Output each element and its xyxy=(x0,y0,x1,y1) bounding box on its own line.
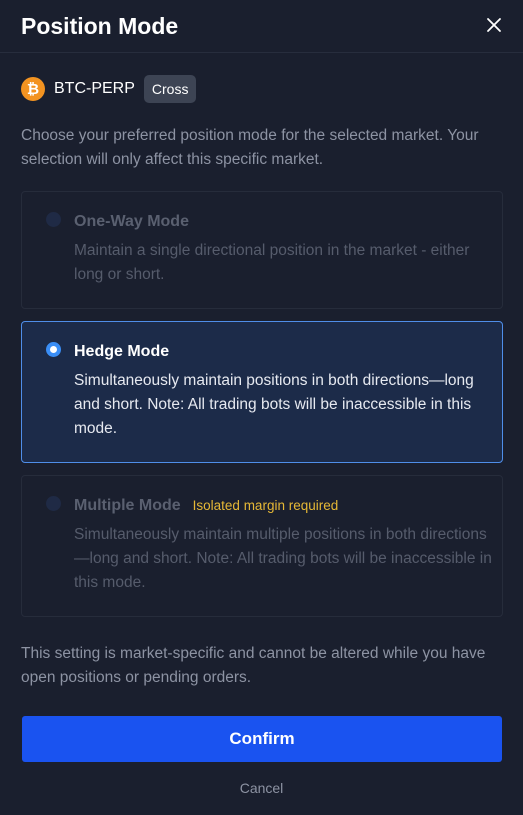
close-icon[interactable] xyxy=(483,14,505,36)
position-mode-dialog: Position Mode ₿ BTC-PERP Cross Choose yo… xyxy=(0,0,523,815)
option-title: Multiple Mode Isolated margin required xyxy=(74,497,339,514)
option-multiple-mode[interactable]: Multiple Mode Isolated margin required Si… xyxy=(21,475,503,617)
option-one-way-mode[interactable]: One-Way Mode Maintain a single direction… xyxy=(21,191,503,309)
margin-mode-badge: Cross xyxy=(143,75,197,103)
dialog-description: Choose your preferred position mode for … xyxy=(21,127,479,168)
market-symbol: BTC-PERP xyxy=(54,80,135,97)
option-title: One-Way Mode xyxy=(74,213,189,230)
radio-button[interactable] xyxy=(46,212,61,227)
radio-button-selected[interactable] xyxy=(46,342,61,357)
confirm-button[interactable]: Confirm xyxy=(22,716,502,762)
option-description: Simultaneously maintain positions in bot… xyxy=(74,372,474,437)
option-description: Maintain a single directional position i… xyxy=(74,242,470,283)
dialog-title: Position Mode xyxy=(21,13,179,39)
footnote-text: This setting is market-specific and cann… xyxy=(21,645,486,686)
option-hedge-mode[interactable]: Hedge Mode Simultaneously maintain posit… xyxy=(21,321,503,463)
cancel-button[interactable]: Cancel xyxy=(0,778,523,798)
bitcoin-icon: ₿ xyxy=(21,77,45,101)
market-info: ₿ BTC-PERP Cross xyxy=(21,74,197,104)
isolated-margin-warning: Isolated margin required xyxy=(192,498,339,513)
header-divider xyxy=(0,52,523,53)
option-description: Simultaneously maintain multiple positio… xyxy=(74,526,492,591)
radio-button[interactable] xyxy=(46,496,61,511)
svg-text:₿: ₿ xyxy=(27,80,39,98)
option-title: Hedge Mode xyxy=(74,343,170,360)
